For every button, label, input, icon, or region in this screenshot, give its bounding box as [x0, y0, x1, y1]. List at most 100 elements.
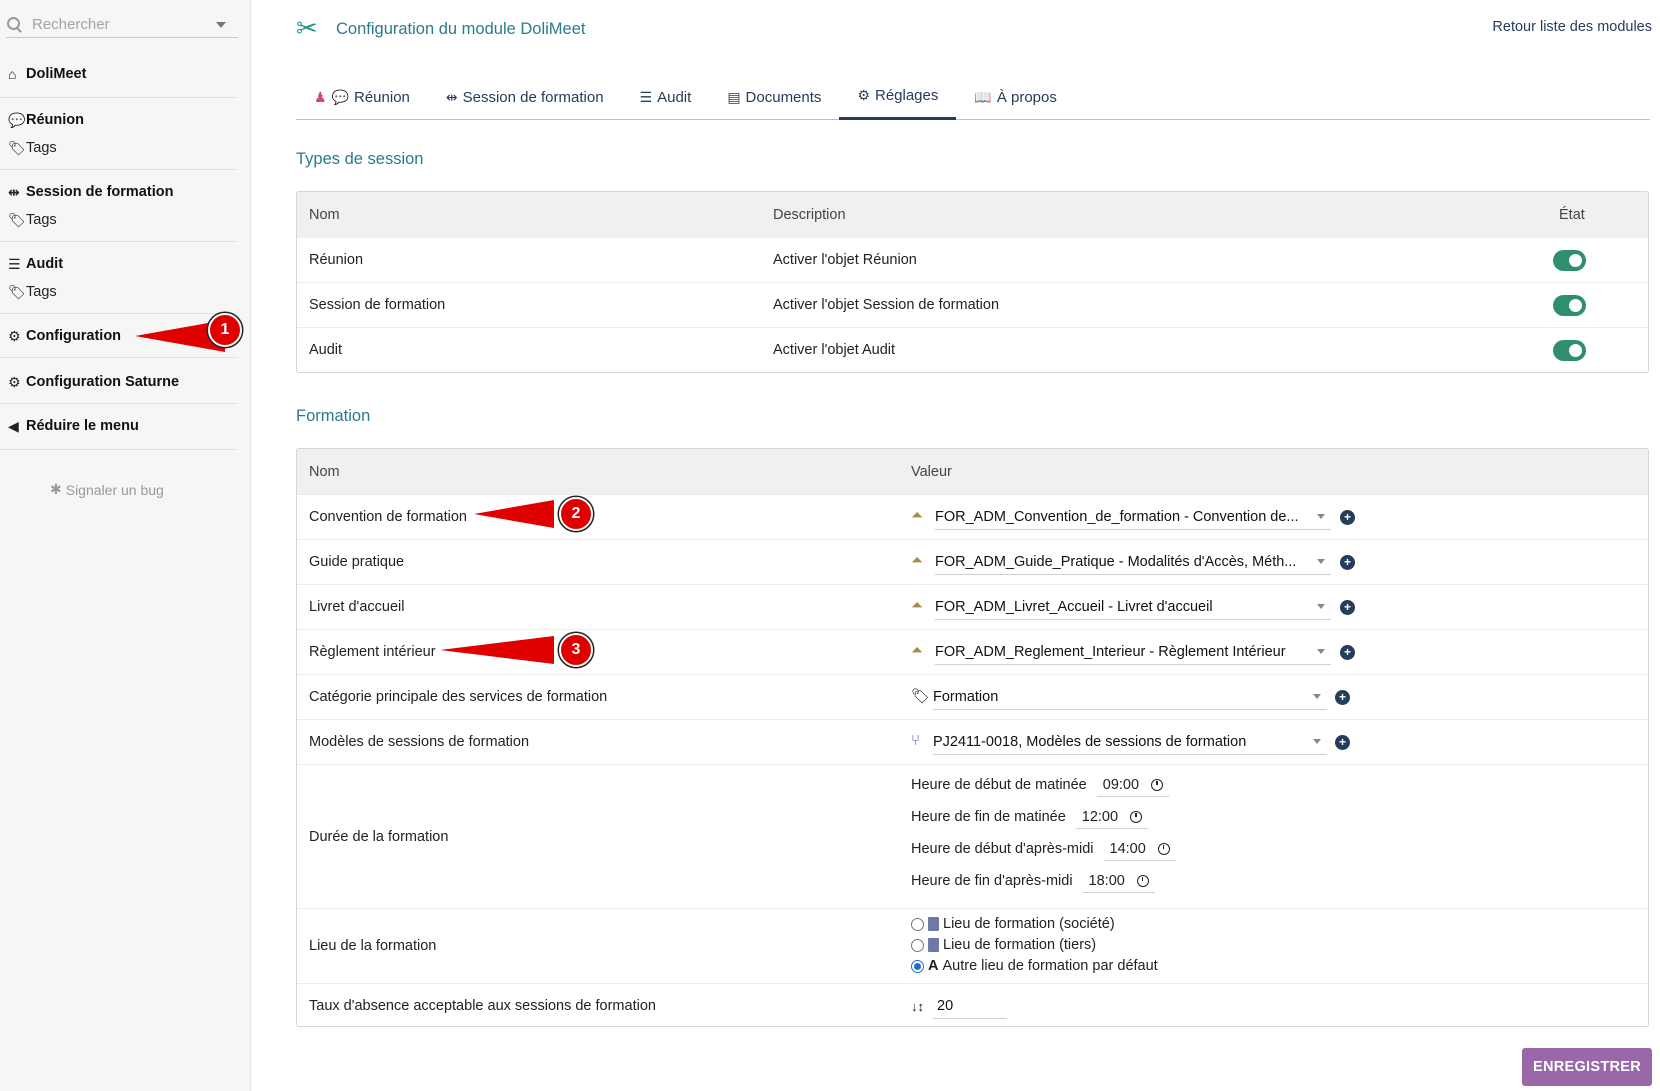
report-bug-link[interactable]: ✱ Signaler un bug — [50, 481, 164, 498]
session-types-table: Nom Description État Réunion Activer l'o… — [296, 191, 1649, 373]
sidebar-item-audit[interactable]: ☰ Audit — [0, 252, 238, 276]
radio-lieu-societe[interactable]: Lieu de formation (société) — [911, 916, 1115, 932]
toggle-switch-session-formation[interactable] — [1553, 295, 1586, 316]
back-to-modules-link[interactable]: Retour liste des modules — [1492, 19, 1652, 35]
table-row: Livret d'accueil ⏶ FOR_ADM_Livret_Accuei… — [297, 584, 1648, 629]
add-icon[interactable]: + — [1340, 510, 1355, 525]
tab-reunion[interactable]: ♟ 💬 Réunion — [296, 74, 428, 120]
categorie-select[interactable]: Formation — [933, 684, 1327, 710]
tab-label: Documents — [745, 88, 822, 106]
column-header-name: Nom — [309, 463, 340, 480]
radio-label: Autre lieu de formation par défaut — [942, 958, 1158, 974]
radio-lieu-autre[interactable]: A Autre lieu de formation par défaut — [911, 958, 1158, 974]
sidebar-item-reunion[interactable]: 💬 Réunion — [0, 108, 238, 132]
time-input[interactable]: 12:00 — [1075, 805, 1149, 829]
select-value: Formation — [933, 688, 999, 705]
time-input[interactable]: 09:00 — [1096, 773, 1170, 797]
people-arrows-icon: ⇹ — [445, 88, 458, 105]
reglement-select[interactable]: FOR_ADM_Reglement_Interieur - Règlement … — [935, 639, 1331, 665]
radio-button[interactable] — [911, 959, 924, 973]
bell-icon: ⏶ — [911, 507, 924, 524]
search-input[interactable]: Rechercher — [32, 16, 216, 33]
tab-session-formation[interactable]: ⇹ Session de formation — [428, 74, 622, 120]
convention-select[interactable]: FOR_ADM_Convention_de_formation - Conven… — [935, 504, 1331, 530]
toggle-switch-audit[interactable] — [1553, 340, 1586, 361]
chevron-down-icon[interactable] — [216, 21, 226, 28]
radio-button[interactable] — [911, 917, 924, 931]
row-name: Lieu de la formation — [309, 938, 437, 954]
column-header-name: Nom — [309, 206, 340, 223]
table-row: Réunion Activer l'objet Réunion — [297, 237, 1648, 282]
sidebar-item-label: Réunion — [26, 112, 84, 128]
font-icon: A — [928, 958, 939, 974]
add-icon[interactable]: + — [1340, 645, 1355, 660]
annotation-arrow-3 — [440, 636, 554, 664]
chevron-down-icon — [1317, 649, 1325, 654]
bell-icon: ⏶ — [911, 597, 924, 614]
sidebar-item-config-saturne[interactable]: ⚙ Configuration Saturne — [0, 370, 238, 394]
tab-reglages[interactable]: ⚙ Réglages — [839, 74, 957, 120]
sidebar-item-reunion-tags[interactable]: 🏷 Tags — [0, 136, 238, 160]
time-value: 18:00 — [1088, 872, 1125, 889]
time-value: 14:00 — [1109, 840, 1146, 857]
tab-label: À propos — [996, 88, 1057, 106]
search-box[interactable]: Rechercher — [6, 12, 238, 38]
tab-documents[interactable]: ▤ Documents — [709, 74, 839, 120]
sidebar-item-label: DoliMeet — [26, 66, 87, 82]
chevron-down-icon — [1313, 694, 1321, 699]
row-name: Taux d'absence acceptable aux sessions d… — [309, 998, 656, 1014]
tab-a-propos[interactable]: 📖 À propos — [956, 74, 1074, 120]
chevron-circle-left-icon: ◀ — [8, 417, 19, 434]
clock-icon — [1136, 874, 1149, 887]
livret-select[interactable]: FOR_ADM_Livret_Accueil - Livret d'accuei… — [935, 594, 1331, 620]
add-icon[interactable]: + — [1335, 690, 1350, 705]
time-label: Heure de fin d'après-midi — [911, 873, 1073, 889]
tab-label: Réunion — [354, 88, 410, 106]
time-morning-start: Heure de début de matinée 09:00 — [911, 773, 1170, 797]
modeles-select[interactable]: PJ2411-0018, Modèles de sessions de form… — [933, 729, 1327, 755]
menu-block-reduce: ◀ Réduire le menu — [0, 404, 238, 450]
add-icon[interactable]: + — [1340, 555, 1355, 570]
tab-audit[interactable]: ☰ Audit — [622, 74, 710, 120]
tab-label: Audit — [657, 88, 692, 106]
select-value: FOR_ADM_Livret_Accueil - Livret d'accuei… — [935, 598, 1213, 615]
gear-icon: ⚙ — [8, 373, 21, 390]
bell-icon: ⏶ — [911, 552, 924, 569]
add-icon[interactable]: + — [1335, 735, 1350, 750]
toggle-switch-reunion[interactable] — [1553, 250, 1586, 271]
time-label: Heure de début de matinée — [911, 777, 1087, 793]
sidebar-item-dolimeet[interactable]: ⌂ DoliMeet — [0, 62, 238, 86]
select-value: FOR_ADM_Reglement_Interieur - Règlement … — [935, 643, 1286, 660]
time-input[interactable]: 14:00 — [1103, 837, 1176, 861]
sidebar-item-label: Configuration — [26, 328, 122, 344]
annotation-arrow-2 — [474, 500, 554, 528]
column-header-state: État — [1559, 206, 1585, 223]
time-label: Heure de fin de matinée — [911, 809, 1066, 825]
page-title: Configuration du module DoliMeet — [336, 20, 586, 38]
time-input[interactable]: 18:00 — [1082, 869, 1155, 893]
gear-icon: ⚙ — [857, 87, 870, 103]
building-icon — [928, 917, 939, 931]
table-row: Catégorie principale des services de for… — [297, 674, 1648, 719]
sidebar-item-audit-tags[interactable]: 🏷 Tags — [0, 280, 238, 304]
tasks-icon: ☰ — [8, 255, 21, 272]
radio-button[interactable] — [911, 938, 924, 952]
radio-lieu-tiers[interactable]: Lieu de formation (tiers) — [911, 937, 1096, 953]
tags-icon: 🏷 — [8, 283, 26, 300]
row-name: Guide pratique — [309, 554, 405, 570]
guide-select[interactable]: FOR_ADM_Guide_Pratique - Modalités d'Acc… — [935, 549, 1331, 575]
table-row: Lieu de la formation Lieu de formation (… — [297, 908, 1648, 983]
sidebar-item-session-formation[interactable]: ⇹ Session de formation — [0, 180, 238, 204]
bell-icon: ⏶ — [911, 642, 924, 659]
time-value: 09:00 — [1102, 776, 1140, 793]
sidebar-item-reduce-menu[interactable]: ◀ Réduire le menu — [0, 414, 238, 438]
save-button[interactable]: ENREGISTRER — [1522, 1048, 1652, 1086]
annotation-label: 1 — [220, 321, 230, 338]
add-icon[interactable]: + — [1340, 600, 1355, 615]
taux-absence-input[interactable]: 20 — [933, 993, 1007, 1019]
project-diagram-icon: ⑂ — [911, 732, 921, 749]
select-value: FOR_ADM_Convention_de_formation - Conven… — [935, 508, 1299, 525]
row-name: Modèles de sessions de formation — [309, 734, 530, 750]
sidebar-item-session-tags[interactable]: 🏷 Tags — [0, 208, 238, 232]
menu-block-reunion: 💬 Réunion 🏷 Tags — [0, 98, 238, 170]
